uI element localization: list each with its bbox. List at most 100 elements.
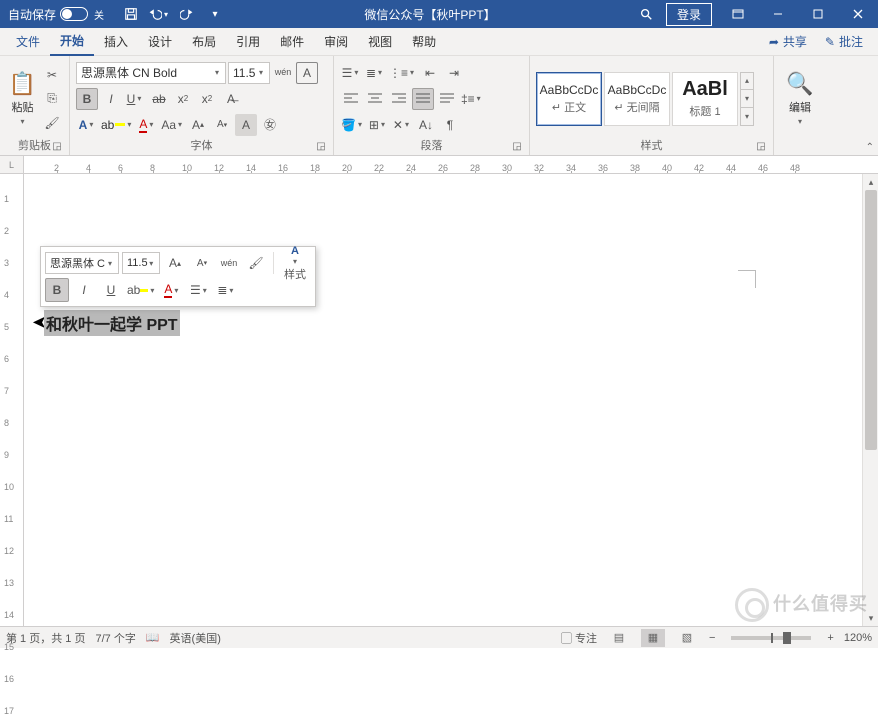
mini-highlight-icon[interactable]: ab▾	[126, 278, 157, 302]
mini-format-painter-icon[interactable]: 🖌	[244, 251, 268, 275]
align-justify-icon[interactable]	[412, 88, 434, 110]
font-size-combo[interactable]: 11.5▾	[228, 62, 270, 84]
increase-indent-icon[interactable]: ⇥	[443, 62, 465, 84]
sort-icon[interactable]: A↓	[415, 114, 437, 136]
document-selected-text[interactable]: 和秋叶一起学 PPT	[44, 310, 180, 336]
tab-审阅[interactable]: 审阅	[314, 28, 358, 56]
multilevel-list-icon[interactable]: ⋮≡▾	[388, 62, 417, 84]
mini-font-combo[interactable]: 思源黑体 C▾	[45, 252, 119, 274]
show-marks-icon[interactable]: ¶	[439, 114, 461, 136]
tab-视图[interactable]: 视图	[358, 28, 402, 56]
ribbon-display-icon[interactable]	[718, 0, 758, 28]
editing-button[interactable]: 🔍 编辑 ▾	[780, 60, 820, 137]
zoom-in-icon[interactable]: +	[827, 632, 833, 644]
mini-phonetic-icon[interactable]: wén	[217, 251, 241, 275]
gallery-more-icon[interactable]: ▾	[741, 108, 753, 125]
tab-邮件[interactable]: 邮件	[270, 28, 314, 56]
phonetic-guide-icon[interactable]: wén	[272, 62, 294, 84]
ruler-vertical[interactable]: 1234567891011121314151617	[0, 174, 24, 626]
copy-icon[interactable]: ⎘	[41, 88, 63, 110]
tab-file[interactable]: 文件	[6, 28, 50, 56]
status-proofing-icon[interactable]: 📖	[146, 631, 160, 644]
share-button[interactable]: ➦共享	[760, 32, 816, 51]
login-button[interactable]: 登录	[666, 3, 712, 26]
qat-customize-icon[interactable]: ▾	[202, 0, 228, 28]
vertical-scrollbar[interactable]: ▴ ▾	[862, 174, 878, 626]
numbering-icon[interactable]: ≣▾	[364, 62, 386, 84]
style-item-0[interactable]: AaBbCcDc↵ 正文	[536, 72, 602, 126]
tab-设计[interactable]: 设计	[138, 28, 182, 56]
styles-launcher-icon[interactable]: ◲	[755, 141, 767, 153]
align-center-icon[interactable]	[364, 88, 386, 110]
status-wordcount[interactable]: 7/7 个字	[95, 630, 135, 646]
text-effects-icon[interactable]: A▾	[76, 114, 98, 136]
comments-button[interactable]: ✎批注	[816, 32, 872, 51]
mini-bold-button[interactable]: B	[45, 278, 69, 302]
tab-引用[interactable]: 引用	[226, 28, 270, 56]
bold-button[interactable]: B	[76, 88, 98, 110]
maximize-icon[interactable]	[798, 0, 838, 28]
zoom-slider[interactable]	[731, 636, 811, 640]
zoom-level[interactable]: 120%	[844, 632, 872, 644]
change-case-icon[interactable]: Aa▾	[160, 114, 185, 136]
align-distributed-icon[interactable]	[436, 88, 458, 110]
italic-button[interactable]: I	[100, 88, 122, 110]
mini-size-combo[interactable]: 11.5▾	[122, 252, 160, 274]
bullets-icon[interactable]: ☰▾	[340, 62, 362, 84]
save-icon[interactable]	[118, 0, 144, 28]
mini-italic-button[interactable]: I	[72, 278, 96, 302]
underline-button[interactable]: U▾	[124, 88, 146, 110]
align-right-icon[interactable]	[388, 88, 410, 110]
paragraph-launcher-icon[interactable]: ◲	[511, 141, 523, 153]
gallery-down-icon[interactable]: ▾	[741, 90, 753, 108]
strikethrough-button[interactable]: ab	[148, 88, 170, 110]
close-icon[interactable]	[838, 0, 878, 28]
align-left-icon[interactable]	[340, 88, 362, 110]
mini-shrink-font-icon[interactable]: A▾	[190, 251, 214, 275]
gallery-up-icon[interactable]: ▴	[741, 73, 753, 91]
subscript-button[interactable]: x2	[172, 88, 194, 110]
font-name-combo[interactable]: 思源黑体 CN Bold▾	[76, 62, 226, 84]
search-icon[interactable]	[632, 0, 660, 28]
ruler-corner[interactable]: L	[0, 156, 24, 173]
zoom-out-icon[interactable]: −	[709, 632, 715, 644]
clear-formatting-icon[interactable]: A̶	[220, 88, 242, 110]
asian-layout-icon[interactable]: ✕▾	[391, 114, 413, 136]
shading-icon[interactable]: 🪣▾	[340, 114, 365, 136]
focus-mode-button[interactable]: ▢ 专注	[561, 630, 597, 646]
mini-styles-button[interactable]: A▾ 样式	[279, 251, 311, 275]
line-spacing-icon[interactable]: ‡≡▾	[460, 88, 484, 110]
tab-开始[interactable]: 开始	[50, 28, 94, 56]
highlight-icon[interactable]: ab▾	[100, 114, 134, 136]
paste-button[interactable]: 📋 粘贴 ▾	[6, 60, 39, 137]
style-gallery-scroll[interactable]: ▴ ▾ ▾	[740, 72, 754, 126]
mini-underline-button[interactable]: U	[99, 278, 123, 302]
status-language[interactable]: 英语(美国)	[170, 630, 221, 646]
shrink-font-icon[interactable]: A▾	[211, 114, 233, 136]
minimize-icon[interactable]	[758, 0, 798, 28]
font-launcher-icon[interactable]: ◲	[315, 141, 327, 153]
tab-插入[interactable]: 插入	[94, 28, 138, 56]
document-area[interactable]: ➤ 和秋叶一起学 PPT	[24, 174, 862, 626]
style-item-2[interactable]: AaBl标题 1	[672, 72, 738, 126]
enclose-characters-icon[interactable]: ㊛	[259, 114, 281, 136]
status-page[interactable]: 第 1 页，共 1 页	[6, 630, 85, 646]
redo-icon[interactable]	[174, 0, 200, 28]
format-painter-icon[interactable]: 🖌	[41, 112, 63, 134]
style-item-1[interactable]: AaBbCcDc↵ 无间隔	[604, 72, 670, 126]
scroll-down-icon[interactable]: ▾	[863, 610, 878, 626]
superscript-button[interactable]: x2	[196, 88, 218, 110]
character-shading-icon[interactable]: A	[235, 114, 257, 136]
collapse-ribbon-icon[interactable]: ⌃	[866, 142, 874, 153]
borders-icon[interactable]: ⊞▾	[367, 114, 389, 136]
mini-font-color-icon[interactable]: A▾	[160, 278, 184, 302]
autosave-toggle[interactable]: 自动保存 关	[0, 6, 112, 23]
mini-numbering-icon[interactable]: ≣▾	[214, 278, 238, 302]
font-color-icon[interactable]: A▾	[136, 114, 158, 136]
tab-布局[interactable]: 布局	[182, 28, 226, 56]
cut-icon[interactable]: ✂	[41, 64, 63, 86]
mini-grow-font-icon[interactable]: A▴	[163, 251, 187, 275]
clipboard-launcher-icon[interactable]: ◲	[51, 141, 63, 153]
decrease-indent-icon[interactable]: ⇤	[419, 62, 441, 84]
grow-font-icon[interactable]: A▴	[187, 114, 209, 136]
